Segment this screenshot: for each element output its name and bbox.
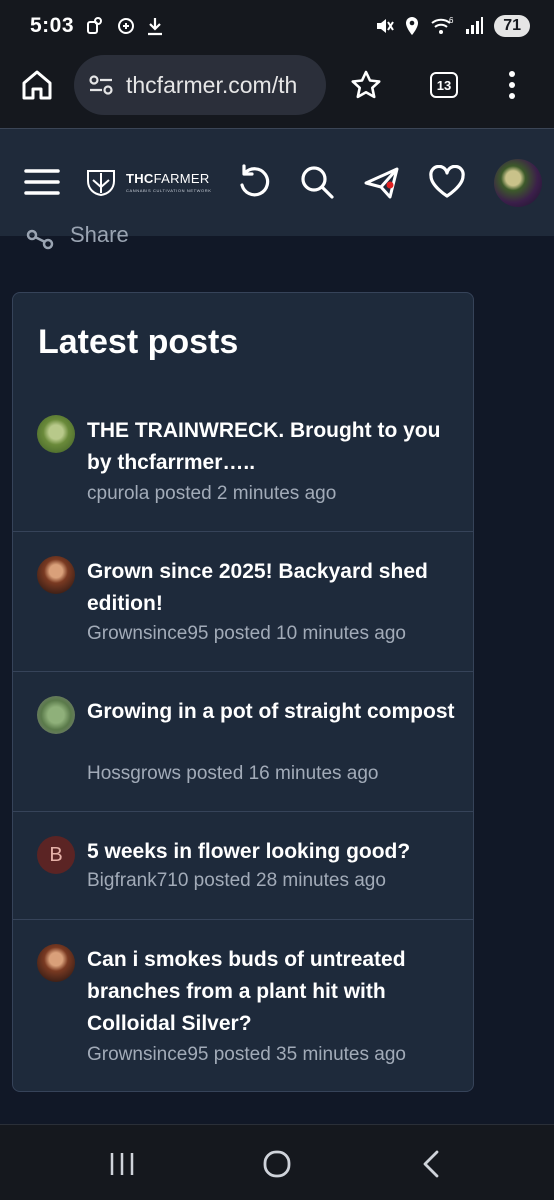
paper-plane-icon[interactable] <box>362 163 402 203</box>
latest-posts-title: Latest posts <box>38 323 239 361</box>
search-icon[interactable] <box>298 163 336 201</box>
post-author-avatar[interactable]: B <box>37 836 75 874</box>
mute-icon <box>377 19 395 33</box>
latest-posts-card: Latest posts THE TRAINWRECK. Brought to … <box>12 292 474 1092</box>
logo-bold: THC <box>126 171 154 186</box>
signal-icon <box>466 17 484 34</box>
share-link[interactable]: Share <box>26 220 129 250</box>
url-bar[interactable]: thcfarmer.com/th <box>74 55 326 115</box>
tab-switcher-button[interactable]: 13 <box>430 72 458 98</box>
post-item[interactable]: Grown since 2025! Backyard shed edition!… <box>13 531 473 671</box>
heart-icon[interactable] <box>428 165 466 199</box>
post-author-avatar[interactable] <box>37 415 75 453</box>
share-label: Share <box>70 222 129 247</box>
post-title[interactable]: Growing in a pot of straight compost <box>87 696 457 728</box>
more-menu-icon[interactable] <box>505 68 519 102</box>
download-icon <box>148 18 163 36</box>
post-title[interactable]: 5 weeks in flower looking good? <box>87 836 457 868</box>
back-icon[interactable] <box>420 1149 442 1179</box>
post-title[interactable]: Can i smokes buds of untreated branches … <box>87 944 457 1040</box>
share-icon <box>26 229 54 250</box>
location-icon <box>406 17 419 35</box>
status-right: 6 71 <box>374 15 530 37</box>
url-text: thcfarmer.com/th <box>126 71 298 98</box>
logo-wordmark: THCFARMER <box>126 171 211 186</box>
refresh-icon[interactable] <box>236 163 274 201</box>
avatar-letter: B <box>49 843 63 866</box>
post-meta: Hossgrows posted 16 minutes ago <box>87 763 379 784</box>
logo-mark-icon <box>87 170 115 197</box>
battery-indicator: 71 <box>494 15 530 37</box>
post-item[interactable]: THE TRAINWRECK. Brought to you by thcfar… <box>13 393 473 531</box>
star-bookmark-icon[interactable] <box>350 69 382 101</box>
site-logo[interactable]: THCFARMER CANNABIS CULTIVATION NETWORK <box>86 167 211 197</box>
data-saver-icon <box>118 18 135 34</box>
post-meta: Grownsince95 posted 10 minutes ago <box>87 623 406 644</box>
post-title[interactable]: THE TRAINWRECK. Brought to you by thcfar… <box>87 415 457 479</box>
user-avatar[interactable] <box>494 159 542 207</box>
logo-thin: FARMER <box>153 171 210 186</box>
home-icon[interactable] <box>20 68 54 102</box>
post-author-avatar[interactable] <box>37 556 75 594</box>
status-time: 5:03 <box>30 14 75 37</box>
site-settings-icon[interactable] <box>88 74 114 96</box>
system-nav-bar <box>0 1124 554 1200</box>
status-bar: 5:03 6 71 <box>0 0 554 52</box>
home-button-icon[interactable] <box>262 1149 292 1179</box>
post-meta: cpurola posted 2 minutes ago <box>87 483 337 504</box>
wifi-6-icon: 6 <box>431 16 454 34</box>
post-title[interactable]: Grown since 2025! Backyard shed edition! <box>87 556 457 620</box>
tab-count: 13 <box>436 77 452 93</box>
post-author-avatar[interactable] <box>37 944 75 982</box>
browser-toolbar: thcfarmer.com/th 13 <box>0 52 554 128</box>
logo-tagline: CANNABIS CULTIVATION NETWORK <box>126 188 212 193</box>
logo-text: THCFARMER CANNABIS CULTIVATION NETWORK <box>126 171 211 193</box>
status-left-icons <box>86 16 164 36</box>
post-author-avatar[interactable] <box>37 696 75 734</box>
post-item[interactable]: Can i smokes buds of untreated branches … <box>13 919 473 1091</box>
post-meta: Bigfrank710 posted 28 minutes ago <box>87 870 386 891</box>
hamburger-menu-icon[interactable] <box>24 167 60 197</box>
post-meta: Grownsince95 posted 35 minutes ago <box>87 1044 406 1065</box>
svg-text:6: 6 <box>449 16 454 25</box>
post-item[interactable]: Growing in a pot of straight compost Hos… <box>13 671 473 811</box>
recent-apps-icon[interactable] <box>108 1151 136 1177</box>
post-item[interactable]: B 5 weeks in flower looking good? Bigfra… <box>13 811 473 919</box>
nfc-icon <box>87 17 103 34</box>
